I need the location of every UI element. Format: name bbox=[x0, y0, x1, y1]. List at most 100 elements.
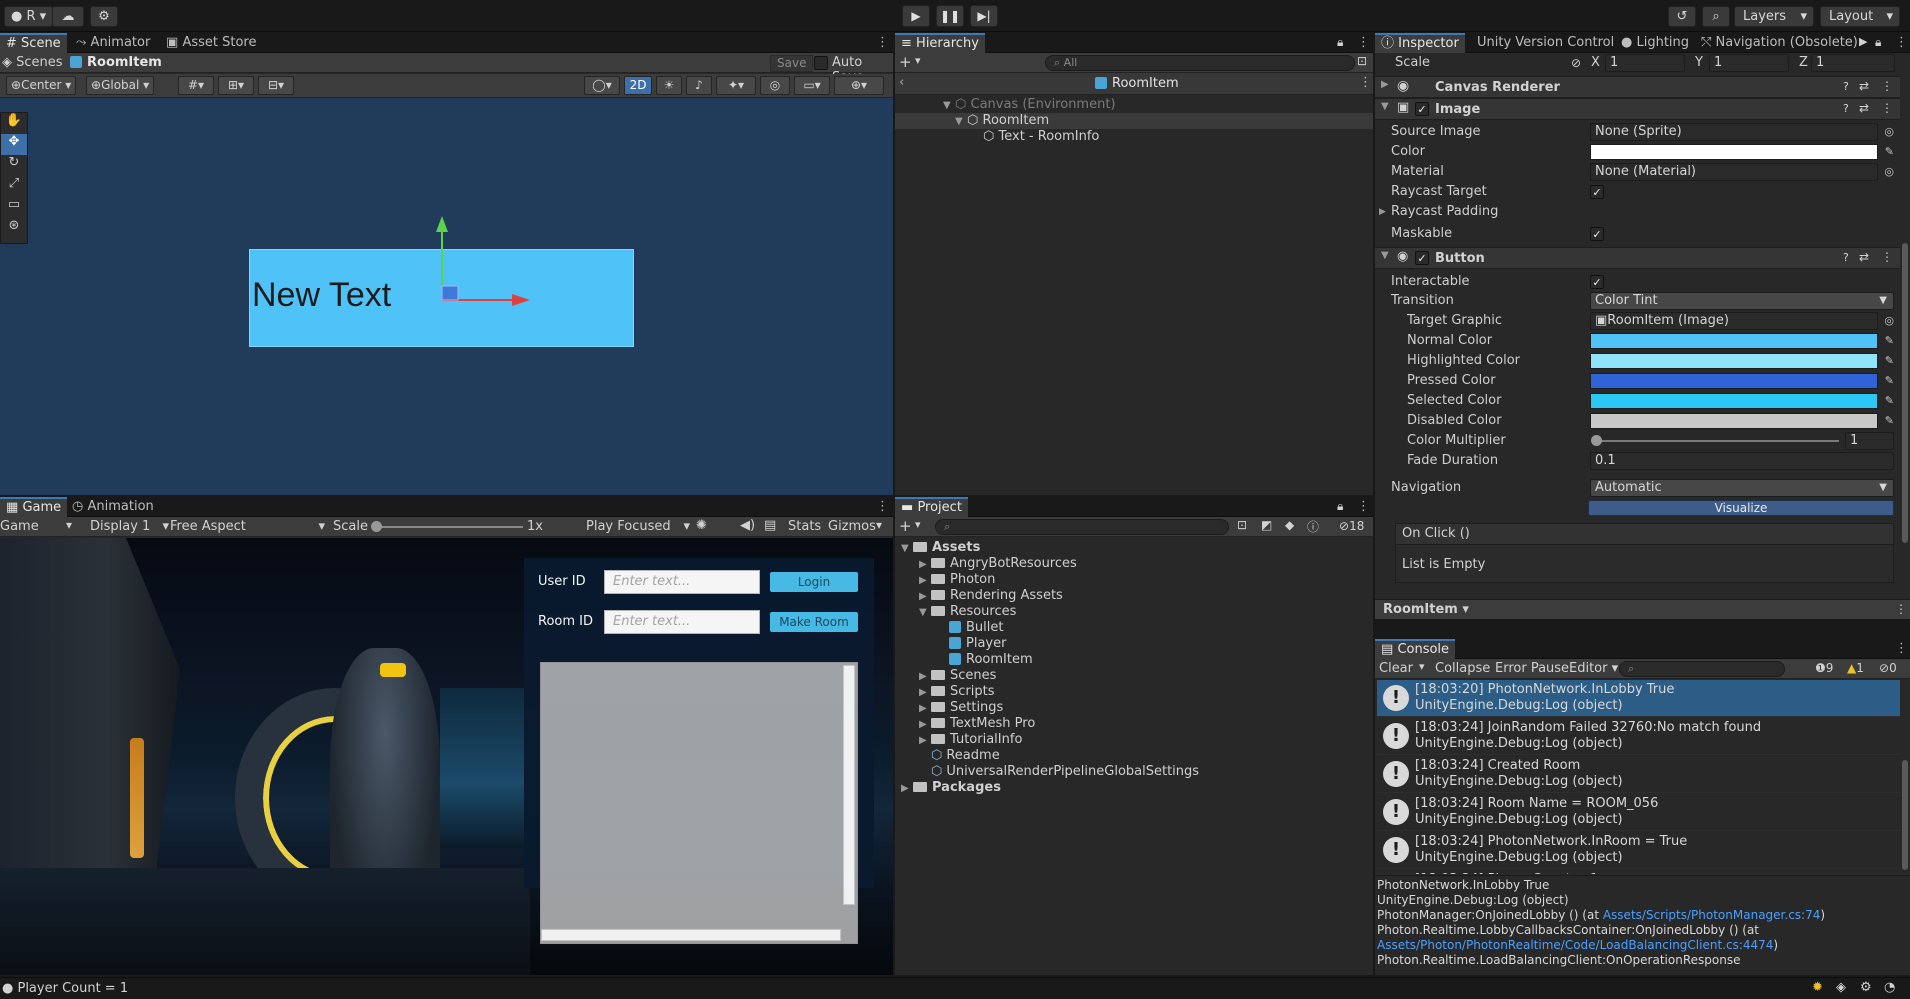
raycast-padding-row[interactable]: ▶ Raycast Padding bbox=[1375, 202, 1900, 222]
lock-icon[interactable]: 🔒︎ bbox=[1337, 35, 1343, 50]
scale-slider-thumb[interactable] bbox=[371, 521, 382, 532]
progress-icon[interactable]: ◔ bbox=[1884, 980, 1895, 995]
expand-arrow-icon[interactable]: ▶ bbox=[919, 575, 931, 586]
rotate-tool-icon[interactable]: ↻ bbox=[1, 155, 27, 176]
console-log-entry[interactable]: ! [18:03:24] PhotonNetwork.InRoom = True U… bbox=[1377, 832, 1900, 869]
error-pause-toggle[interactable]: Error Pause bbox=[1495, 661, 1569, 676]
move-gizmo[interactable] bbox=[420, 208, 540, 328]
search-by-type-icon[interactable]: ⊡ bbox=[1237, 518, 1247, 532]
warning-filter-toggle[interactable]: ▲1 bbox=[1847, 661, 1864, 675]
more-icon[interactable]: ⋮ bbox=[1881, 101, 1893, 115]
info-filter-toggle[interactable]: ❶9 bbox=[1815, 661, 1833, 675]
move-tool-icon[interactable]: ✥ bbox=[1, 134, 27, 155]
play-button[interactable]: ▶ bbox=[902, 5, 930, 27]
auto-save-checkbox[interactable] bbox=[814, 56, 828, 70]
project-item-tutorialinfo[interactable]: ▶ TutorialInfo bbox=[919, 732, 1022, 747]
x-arrow-icon[interactable] bbox=[512, 294, 530, 306]
collapse-arrow-icon[interactable]: ▼ bbox=[919, 607, 931, 618]
project-item-universalrenderpipelineglobalsettings[interactable]: ⬡ UniversalRenderPipelineGlobalSettings bbox=[919, 764, 1199, 779]
tab-game[interactable]: ▦ Game bbox=[0, 497, 68, 517]
y-arrow-icon[interactable] bbox=[436, 216, 448, 232]
project-item-readme[interactable]: ⬡ Readme bbox=[919, 748, 1000, 763]
tab-scene[interactable]: # Scene bbox=[0, 33, 67, 53]
snap-button[interactable]: ⊞▾ bbox=[218, 76, 254, 95]
2d-toggle[interactable]: 2D bbox=[624, 76, 652, 95]
project-item-assets[interactable]: ▼ Assets bbox=[901, 540, 980, 555]
more-icon[interactable]: ⋮ bbox=[1895, 35, 1908, 50]
collapse-arrow-icon[interactable]: ▼ bbox=[901, 543, 913, 554]
tree-item-roomitem[interactable]: ▼ ⬡ RoomItem bbox=[955, 113, 1049, 128]
image-enabled-checkbox[interactable]: ✓ bbox=[1415, 102, 1429, 116]
play-mode-dropdown[interactable]: Play Focused ▾ bbox=[586, 519, 690, 534]
project-item-bullet[interactable]: Bullet bbox=[937, 620, 1003, 635]
room-list-scrollview[interactable] bbox=[540, 662, 858, 944]
tab-project[interactable]: ▬ Project bbox=[895, 497, 968, 517]
fade-duration-field[interactable]: 0.1 bbox=[1590, 452, 1894, 470]
gizmos-toggle[interactable]: Gizmos bbox=[828, 519, 876, 534]
increment-snap-button[interactable]: ⊟▾ bbox=[258, 76, 294, 95]
expand-arrow-icon[interactable]: ▶ bbox=[919, 687, 931, 698]
eyedropper-icon[interactable]: ✎ bbox=[1885, 371, 1894, 391]
status-message[interactable]: ● Player Count = 1 bbox=[2, 981, 128, 996]
help-icon[interactable]: ? bbox=[1843, 102, 1849, 115]
chevron-down-icon[interactable]: ▾ bbox=[876, 518, 882, 532]
color-swatch[interactable] bbox=[1590, 144, 1878, 160]
editor-dropdown[interactable]: Editor ▾ bbox=[1569, 661, 1618, 676]
preview-title-dropdown[interactable]: RoomItem ▾ bbox=[1383, 602, 1469, 617]
hierarchy-search[interactable]: ⌕ All bbox=[1045, 55, 1355, 71]
console-log-entry[interactable]: ![18:03:24] Player Count = 1 bbox=[1377, 870, 1900, 874]
add-icon[interactable]: + bbox=[899, 53, 912, 71]
tab-navigation[interactable]: ⤲ Navigation (Obsolete) bbox=[1695, 33, 1864, 53]
more-icon[interactable]: ⋮ bbox=[1881, 250, 1893, 264]
add-icon[interactable]: + bbox=[899, 517, 912, 535]
error-filter-toggle[interactable]: ⊘0 bbox=[1879, 661, 1897, 675]
display-dropdown[interactable]: Display 1 ▾ bbox=[90, 519, 169, 534]
project-item-player[interactable]: Player bbox=[937, 636, 1006, 651]
object-picker-icon[interactable]: ◎ bbox=[1884, 122, 1894, 142]
more-icon[interactable]: ⋮ bbox=[1895, 602, 1907, 616]
scene-viewport[interactable]: ✋ ✥ ↻ ⤢ ▭ ⊛ New Text bbox=[0, 98, 893, 495]
breadcrumb-roomitem[interactable]: RoomItem bbox=[70, 55, 162, 70]
more-icon[interactable]: ⋮ bbox=[1357, 35, 1370, 50]
gizmos-button[interactable]: ⊕▾ bbox=[834, 76, 884, 95]
tab-hierarchy[interactable]: ≡ Hierarchy bbox=[895, 33, 985, 53]
xy-plane-handle[interactable] bbox=[441, 285, 459, 301]
search-button[interactable]: ⌕ bbox=[1702, 6, 1730, 27]
cloud-button[interactable]: ☁ bbox=[52, 6, 84, 27]
aspect-dropdown[interactable]: Free Aspect ▾ bbox=[170, 519, 325, 534]
rect-tool-icon[interactable]: ▭ bbox=[1, 197, 27, 218]
layers-dropdown[interactable]: Layers ▾ bbox=[1734, 6, 1814, 27]
expand-arrow-icon[interactable]: ▶ bbox=[1381, 79, 1389, 90]
link-icon[interactable]: ⊘ bbox=[1571, 53, 1581, 73]
breadcrumb-scenes[interactable]: ◈ Scenes bbox=[2, 55, 63, 70]
collab-button[interactable]: ⚙ bbox=[90, 6, 118, 27]
camera-button[interactable]: ▭▾ bbox=[794, 76, 830, 95]
eyedropper-icon[interactable]: ✎ bbox=[1885, 351, 1894, 371]
audio-toggle[interactable]: ♪ bbox=[686, 76, 712, 95]
save-button[interactable]: Save bbox=[770, 55, 814, 72]
info-icon[interactable]: ⓘ bbox=[1307, 518, 1319, 535]
eyedropper-icon[interactable]: ✎ bbox=[1885, 411, 1894, 431]
pause-button[interactable]: ❚❚ bbox=[936, 5, 964, 27]
vertical-scrollbar[interactable] bbox=[843, 665, 855, 905]
help-icon[interactable]: ? bbox=[1843, 80, 1849, 93]
step-button[interactable]: ▶| bbox=[970, 5, 998, 27]
lock-icon[interactable]: 🔒︎ bbox=[1337, 499, 1343, 514]
tab-inspector[interactable]: ⓘ Inspector bbox=[1375, 33, 1465, 53]
multiplier-slider-track[interactable] bbox=[1593, 440, 1839, 442]
image-component-header[interactable]: ▼ ▣ ✓ Image ? ⇄ ⋮ bbox=[1375, 98, 1900, 120]
shading-mode-button[interactable]: ◯▾ bbox=[584, 76, 620, 95]
navigation-dropdown[interactable]: Automatic ▼ bbox=[1590, 479, 1894, 497]
collapse-arrow-icon[interactable]: ▼ bbox=[1381, 101, 1389, 112]
multiplier-slider-thumb[interactable] bbox=[1591, 435, 1602, 446]
raycast-target-checkbox[interactable]: ✓ bbox=[1590, 185, 1604, 199]
console-log-entry[interactable]: ! [18:03:24] Room Name = ROOM_056 UnityEng… bbox=[1377, 794, 1900, 831]
keyboard-icon[interactable]: ▤ bbox=[764, 518, 776, 533]
clear-button[interactable]: Clear bbox=[1379, 661, 1413, 676]
console-search[interactable]: ⌕ bbox=[1619, 661, 1785, 677]
expand-arrow-icon[interactable]: ▶ bbox=[919, 735, 931, 746]
eyedropper-icon[interactable]: ✎ bbox=[1885, 142, 1894, 162]
layout-dropdown[interactable]: Layout ▾ bbox=[1820, 6, 1900, 27]
target-graphic-field[interactable]: ▣RoomItem (Image) bbox=[1590, 312, 1878, 330]
lock-icon[interactable]: 🔒︎ bbox=[1875, 35, 1881, 50]
